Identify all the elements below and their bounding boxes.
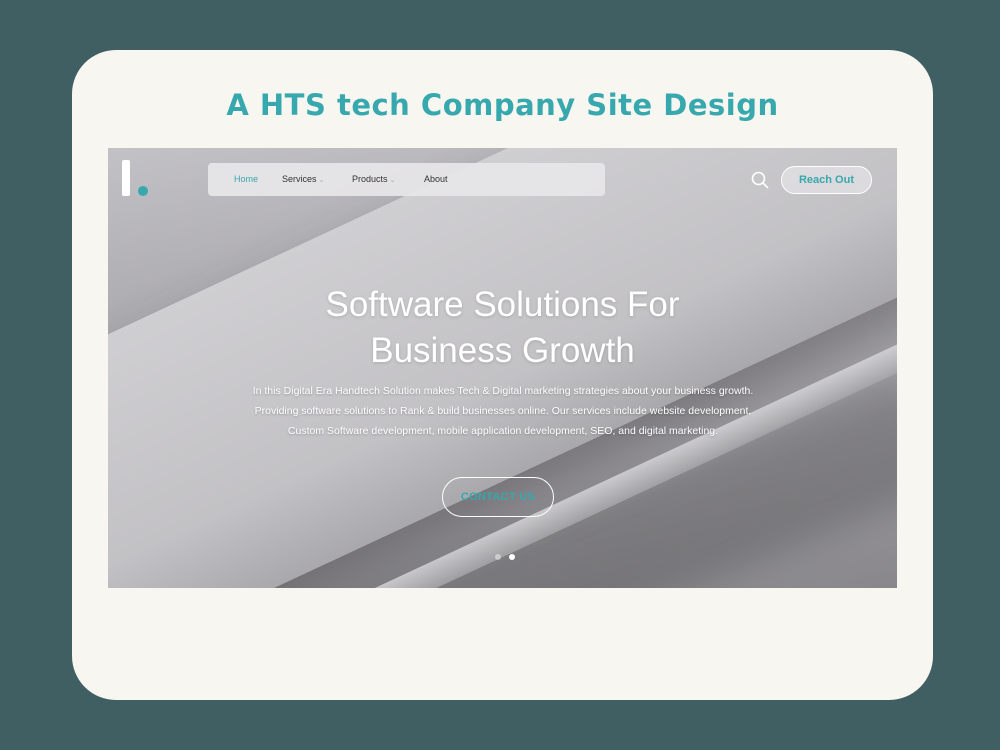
slider-dot-active[interactable] <box>509 554 515 560</box>
hero-description: In this Digital Era Handtech Solution ma… <box>252 385 754 437</box>
nav-item-services-label: Services <box>282 174 317 184</box>
hero-title-line-1: Software Solutions For <box>325 285 680 324</box>
nav-item-services[interactable]: Services ⌄ <box>282 174 324 184</box>
brand-logo[interactable] <box>122 160 152 200</box>
contact-us-button[interactable]: CONTACT US <box>442 477 554 517</box>
nav-item-products-label: Products <box>352 174 388 184</box>
reach-out-button[interactable]: Reach Out <box>781 166 872 194</box>
logo-bar <box>122 160 130 196</box>
website-hero-preview: Home Services ⌄ Products ⌄ About Reach Out… <box>108 148 897 588</box>
main-navigation: Home Services ⌄ Products ⌄ About <box>208 163 605 196</box>
nav-item-home[interactable]: Home <box>234 174 258 184</box>
search-icon[interactable] <box>751 171 769 189</box>
chevron-down-icon: ⌄ <box>389 177 396 184</box>
card-title: A HTS tech Company Site Design <box>226 88 779 122</box>
slider-pagination <box>495 554 515 560</box>
logo-dot <box>138 186 148 196</box>
slider-dot[interactable] <box>495 554 501 560</box>
nav-item-products[interactable]: Products ⌄ <box>352 174 395 184</box>
hero-title: Software Solutions For Business Growth <box>108 282 897 374</box>
presentation-card: A HTS tech Company Site Design Home Serv… <box>72 50 933 700</box>
hero-title-line-2: Business Growth <box>370 331 635 370</box>
nav-item-about[interactable]: About <box>424 174 448 184</box>
chevron-down-icon: ⌄ <box>318 177 325 184</box>
